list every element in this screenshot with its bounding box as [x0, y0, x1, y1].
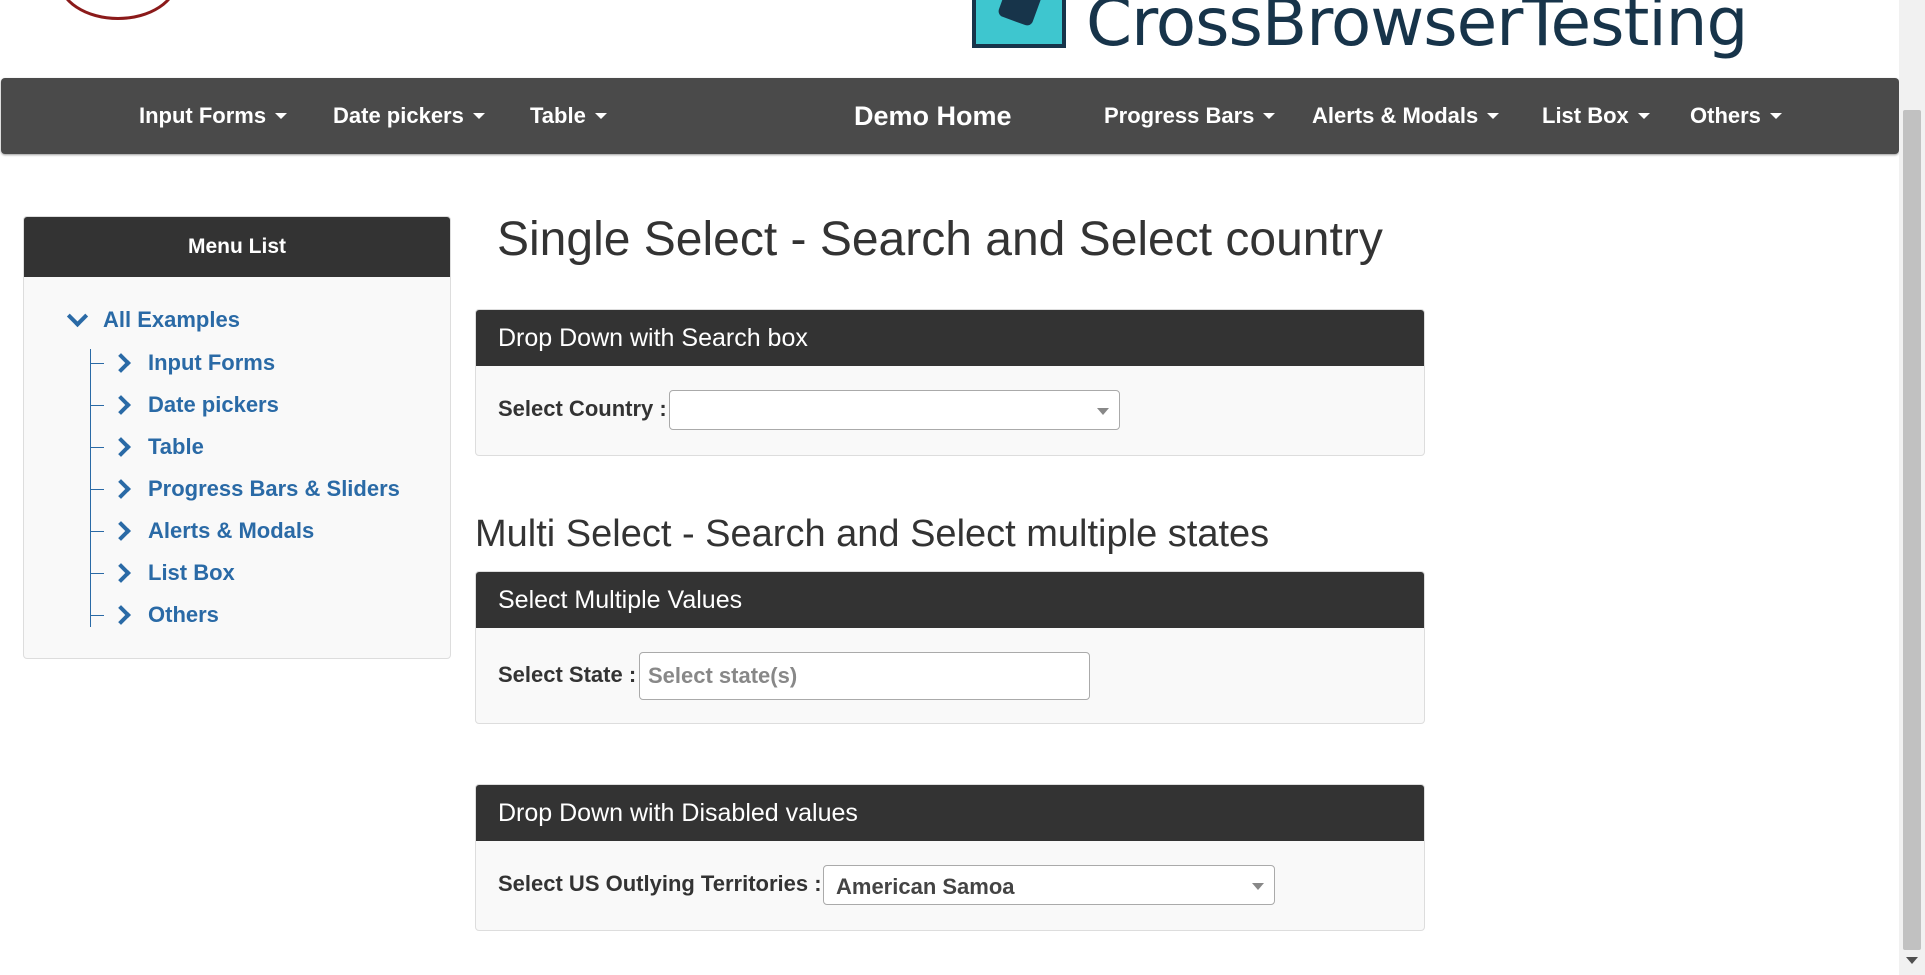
chevron-right-icon	[111, 437, 131, 457]
select-territories-label: Select US Outlying Territories :	[498, 871, 822, 896]
select-state-input[interactable]	[639, 652, 1090, 700]
panel-multi-select: Select Multiple Values Select State :	[475, 571, 1425, 724]
chevron-right-icon	[111, 521, 131, 541]
sidebar-item-label: Table	[148, 434, 204, 459]
tree-root-all-examples[interactable]: All Examples	[66, 305, 240, 333]
sidebar-item-list-box[interactable]: List Box	[90, 558, 235, 588]
panel-heading: Select Multiple Values	[476, 572, 1424, 628]
chevron-right-icon	[111, 605, 131, 625]
sidebar-item-alerts-modals[interactable]: Alerts & Modals	[90, 516, 314, 546]
caret-down-icon	[1263, 113, 1276, 119]
sidebar-title: Menu List	[24, 217, 450, 277]
nav-label: Others	[1690, 103, 1761, 128]
caret-down-icon	[472, 113, 485, 119]
scroll-down-arrow-icon[interactable]	[1906, 957, 1918, 964]
page: CrossBrowserTesting Input Forms Date pic…	[0, 0, 1899, 975]
menu-list-sidebar: Menu List All Examples Input Forms Date …	[23, 216, 451, 659]
sidebar-item-label: Date pickers	[148, 392, 279, 417]
sidebar-item-date-pickers[interactable]: Date pickers	[90, 390, 279, 420]
panel-heading: Drop Down with Search box	[476, 310, 1424, 366]
dropdown-arrow-icon	[1252, 883, 1264, 890]
dropdown-arrow-icon	[1097, 408, 1109, 415]
nav-label: Date pickers	[333, 103, 464, 128]
panel-heading: Drop Down with Disabled values	[476, 785, 1424, 841]
sidebar-item-table[interactable]: Table	[90, 432, 204, 462]
nav-progress-bars[interactable]: Progress Bars	[1104, 78, 1276, 154]
chevron-right-icon	[111, 395, 131, 415]
nav-label: Progress Bars	[1104, 103, 1255, 128]
chevron-right-icon	[111, 563, 131, 583]
crossbrowsertesting-logo-icon	[972, 0, 1066, 48]
scrollbar-thumb[interactable]	[1903, 110, 1921, 950]
nav-alerts-modals[interactable]: Alerts & Modals	[1312, 78, 1500, 154]
caret-down-icon	[275, 113, 288, 119]
nav-label: Demo Home	[854, 100, 1012, 131]
page-title: Single Select - Search and Select countr…	[497, 213, 1383, 266]
nav-label: Input Forms	[139, 103, 267, 128]
sidebar-item-others[interactable]: Others	[90, 600, 219, 630]
select-territories-value: American Samoa	[836, 874, 1015, 899]
nav-list-box[interactable]: List Box	[1542, 78, 1650, 154]
nav-label: List Box	[1542, 103, 1629, 128]
nav-demo-home[interactable]: Demo Home	[854, 78, 1012, 154]
nav-others[interactable]: Others	[1690, 78, 1782, 154]
panel-dropdown-search: Drop Down with Search box Select Country…	[475, 309, 1425, 456]
nav-label: Alerts & Modals	[1312, 103, 1479, 128]
tree-root-label: All Examples	[103, 307, 240, 332]
panel-dropdown-disabled: Drop Down with Disabled values Select US…	[475, 784, 1425, 931]
sidebar-item-label: Input Forms	[148, 350, 276, 375]
brand-text: CrossBrowserTesting	[1086, 0, 1748, 61]
nav-label: Table	[530, 103, 586, 128]
sidebar-item-label: Alerts & Modals	[148, 518, 315, 543]
section-title-multi-select: Multi Select - Search and Select multipl…	[475, 513, 1270, 555]
chevron-right-icon	[111, 353, 131, 373]
caret-down-icon	[1487, 113, 1500, 119]
sidebar-item-label: Progress Bars & Sliders	[148, 476, 400, 501]
nav-date-pickers[interactable]: Date pickers	[333, 78, 485, 154]
sidebar-item-label: Others	[148, 602, 219, 627]
top-navbar: Input Forms Date pickers Table Demo Home…	[1, 78, 1899, 154]
sidebar-item-label: List Box	[148, 560, 235, 585]
nav-input-forms[interactable]: Input Forms	[139, 78, 288, 154]
caret-down-icon	[594, 113, 607, 119]
crossbrowsertesting-banner[interactable]: CrossBrowserTesting	[972, 0, 1748, 61]
sidebar-item-progress-bars-sliders[interactable]: Progress Bars & Sliders	[90, 474, 400, 504]
chevron-down-icon	[66, 305, 89, 327]
select-territories-dropdown[interactable]: American Samoa	[823, 865, 1275, 905]
caret-down-icon	[1637, 113, 1650, 119]
select-country-label: Select Country :	[498, 396, 667, 421]
caret-down-icon	[1769, 113, 1782, 119]
chevron-right-icon	[111, 479, 131, 499]
select-state-label: Select State :	[498, 662, 637, 687]
nav-table[interactable]: Table	[530, 78, 607, 154]
site-logo[interactable]	[58, 0, 178, 20]
sidebar-item-input-forms[interactable]: Input Forms	[90, 348, 275, 378]
select-country-dropdown[interactable]	[669, 390, 1120, 430]
vertical-scrollbar[interactable]	[1899, 0, 1925, 975]
